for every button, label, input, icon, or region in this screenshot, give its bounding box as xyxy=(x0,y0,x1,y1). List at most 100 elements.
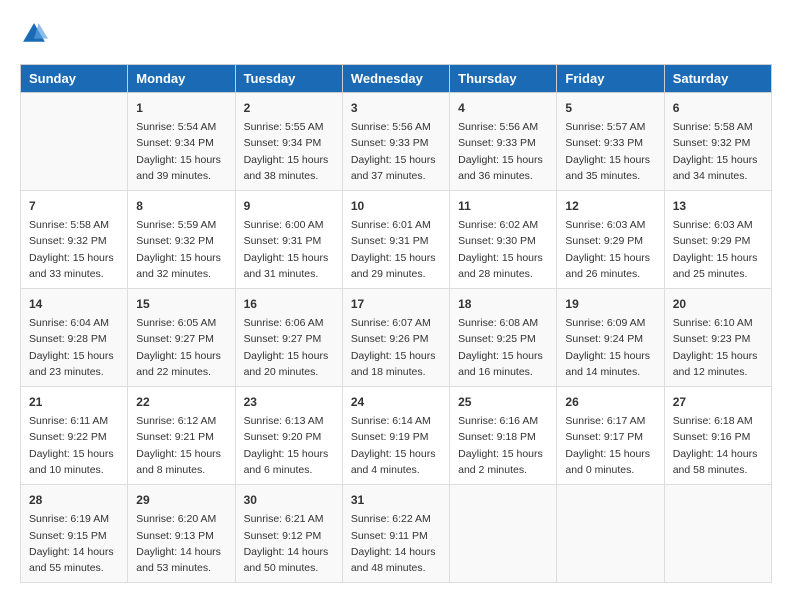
day-number: 26 xyxy=(565,393,655,411)
day-info: Sunrise: 6:05 AMSunset: 9:27 PMDaylight:… xyxy=(136,315,226,380)
calendar-cell: 10 Sunrise: 6:01 AMSunset: 9:31 PMDayligh… xyxy=(342,191,449,289)
day-number: 30 xyxy=(244,491,334,509)
day-number: 24 xyxy=(351,393,441,411)
day-number: 17 xyxy=(351,295,441,313)
day-info: Sunrise: 6:03 AMSunset: 9:29 PMDaylight:… xyxy=(565,217,655,282)
day-number: 2 xyxy=(244,99,334,117)
column-header-tuesday: Tuesday xyxy=(235,65,342,93)
calendar-cell: 23 Sunrise: 6:13 AMSunset: 9:20 PMDayligh… xyxy=(235,387,342,485)
day-number: 12 xyxy=(565,197,655,215)
day-info: Sunrise: 5:58 AMSunset: 9:32 PMDaylight:… xyxy=(673,119,763,184)
day-number: 21 xyxy=(29,393,119,411)
calendar-table: SundayMondayTuesdayWednesdayThursdayFrid… xyxy=(20,64,772,583)
day-info: Sunrise: 6:19 AMSunset: 9:15 PMDaylight:… xyxy=(29,511,119,576)
day-number: 10 xyxy=(351,197,441,215)
day-info: Sunrise: 6:07 AMSunset: 9:26 PMDaylight:… xyxy=(351,315,441,380)
calendar-week-row: 14 Sunrise: 6:04 AMSunset: 9:28 PMDayligh… xyxy=(21,289,772,387)
calendar-cell: 31 Sunrise: 6:22 AMSunset: 9:11 PMDayligh… xyxy=(342,485,449,583)
calendar-cell: 25Sunrise: 6:16 AMSunset: 9:18 PMDayligh… xyxy=(450,387,557,485)
day-number: 11 xyxy=(458,197,548,215)
calendar-cell: 17 Sunrise: 6:07 AMSunset: 9:26 PMDayligh… xyxy=(342,289,449,387)
day-info: Sunrise: 5:56 AMSunset: 9:33 PMDaylight:… xyxy=(458,119,548,184)
calendar-week-row: 1 Sunrise: 5:54 AMSunset: 9:34 PMDaylight… xyxy=(21,93,772,191)
day-number: 18 xyxy=(458,295,548,313)
day-number: 4 xyxy=(458,99,548,117)
day-number: 29 xyxy=(136,491,226,509)
calendar-cell: 12 Sunrise: 6:03 AMSunset: 9:29 PMDayligh… xyxy=(557,191,664,289)
calendar-week-row: 21 Sunrise: 6:11 AMSunset: 9:22 PMDayligh… xyxy=(21,387,772,485)
calendar-cell: 28 Sunrise: 6:19 AMSunset: 9:15 PMDayligh… xyxy=(21,485,128,583)
calendar-cell: 24 Sunrise: 6:14 AMSunset: 9:19 PMDayligh… xyxy=(342,387,449,485)
logo-icon xyxy=(20,20,48,48)
day-number: 23 xyxy=(244,393,334,411)
day-number: 15 xyxy=(136,295,226,313)
column-header-monday: Monday xyxy=(128,65,235,93)
calendar-cell: 9 Sunrise: 6:00 AMSunset: 9:31 PMDaylight… xyxy=(235,191,342,289)
day-info: Sunrise: 6:08 AMSunset: 9:25 PMDaylight:… xyxy=(458,315,548,380)
day-number: 31 xyxy=(351,491,441,509)
column-header-wednesday: Wednesday xyxy=(342,65,449,93)
day-info: Sunrise: 6:06 AMSunset: 9:27 PMDaylight:… xyxy=(244,315,334,380)
day-info: Sunrise: 6:12 AMSunset: 9:21 PMDaylight:… xyxy=(136,413,226,478)
day-info: Sunrise: 5:56 AMSunset: 9:33 PMDaylight:… xyxy=(351,119,441,184)
day-number: 8 xyxy=(136,197,226,215)
day-number: 20 xyxy=(673,295,763,313)
calendar-week-row: 7 Sunrise: 5:58 AMSunset: 9:32 PMDaylight… xyxy=(21,191,772,289)
calendar-cell: 6Sunrise: 5:58 AMSunset: 9:32 PMDaylight… xyxy=(664,93,771,191)
column-header-saturday: Saturday xyxy=(664,65,771,93)
header xyxy=(20,20,772,48)
calendar-cell: 4 Sunrise: 5:56 AMSunset: 9:33 PMDaylight… xyxy=(450,93,557,191)
calendar-cell: 30 Sunrise: 6:21 AMSunset: 9:12 PMDayligh… xyxy=(235,485,342,583)
day-info: Sunrise: 6:11 AMSunset: 9:22 PMDaylight:… xyxy=(29,413,119,478)
day-info: Sunrise: 5:54 AMSunset: 9:34 PMDaylight:… xyxy=(136,119,226,184)
calendar-cell: 5 Sunrise: 5:57 AMSunset: 9:33 PMDaylight… xyxy=(557,93,664,191)
calendar-cell xyxy=(21,93,128,191)
calendar-cell: 8Sunrise: 5:59 AMSunset: 9:32 PMDaylight… xyxy=(128,191,235,289)
calendar-cell: 27Sunrise: 6:18 AMSunset: 9:16 PMDayligh… xyxy=(664,387,771,485)
day-number: 28 xyxy=(29,491,119,509)
day-info: Sunrise: 6:02 AMSunset: 9:30 PMDaylight:… xyxy=(458,217,548,282)
day-info: Sunrise: 6:21 AMSunset: 9:12 PMDaylight:… xyxy=(244,511,334,576)
calendar-cell: 20 Sunrise: 6:10 AMSunset: 9:23 PMDayligh… xyxy=(664,289,771,387)
day-number: 27 xyxy=(673,393,763,411)
day-info: Sunrise: 6:22 AMSunset: 9:11 PMDaylight:… xyxy=(351,511,441,576)
day-number: 9 xyxy=(244,197,334,215)
day-info: Sunrise: 6:04 AMSunset: 9:28 PMDaylight:… xyxy=(29,315,119,380)
day-info: Sunrise: 5:58 AMSunset: 9:32 PMDaylight:… xyxy=(29,217,119,282)
day-number: 14 xyxy=(29,295,119,313)
calendar-cell: 22 Sunrise: 6:12 AMSunset: 9:21 PMDayligh… xyxy=(128,387,235,485)
calendar-cell: 26 Sunrise: 6:17 AMSunset: 9:17 PMDayligh… xyxy=(557,387,664,485)
day-info: Sunrise: 6:13 AMSunset: 9:20 PMDaylight:… xyxy=(244,413,334,478)
day-number: 16 xyxy=(244,295,334,313)
calendar-week-row: 28 Sunrise: 6:19 AMSunset: 9:15 PMDayligh… xyxy=(21,485,772,583)
day-info: Sunrise: 6:10 AMSunset: 9:23 PMDaylight:… xyxy=(673,315,763,380)
calendar-cell: 11 Sunrise: 6:02 AMSunset: 9:30 PMDayligh… xyxy=(450,191,557,289)
calendar-cell: 1 Sunrise: 5:54 AMSunset: 9:34 PMDaylight… xyxy=(128,93,235,191)
day-number: 3 xyxy=(351,99,441,117)
day-number: 7 xyxy=(29,197,119,215)
calendar-cell: 21 Sunrise: 6:11 AMSunset: 9:22 PMDayligh… xyxy=(21,387,128,485)
logo xyxy=(20,20,52,48)
calendar-cell: 16 Sunrise: 6:06 AMSunset: 9:27 PMDayligh… xyxy=(235,289,342,387)
day-number: 25 xyxy=(458,393,548,411)
day-number: 22 xyxy=(136,393,226,411)
calendar-cell: 2Sunrise: 5:55 AMSunset: 9:34 PMDaylight… xyxy=(235,93,342,191)
day-info: Sunrise: 6:09 AMSunset: 9:24 PMDaylight:… xyxy=(565,315,655,380)
column-header-thursday: Thursday xyxy=(450,65,557,93)
day-number: 5 xyxy=(565,99,655,117)
day-info: Sunrise: 5:57 AMSunset: 9:33 PMDaylight:… xyxy=(565,119,655,184)
calendar-cell: 15 Sunrise: 6:05 AMSunset: 9:27 PMDayligh… xyxy=(128,289,235,387)
calendar-cell: 7 Sunrise: 5:58 AMSunset: 9:32 PMDaylight… xyxy=(21,191,128,289)
column-header-friday: Friday xyxy=(557,65,664,93)
day-info: Sunrise: 6:17 AMSunset: 9:17 PMDaylight:… xyxy=(565,413,655,478)
day-info: Sunrise: 6:03 AMSunset: 9:29 PMDaylight:… xyxy=(673,217,763,282)
column-header-sunday: Sunday xyxy=(21,65,128,93)
calendar-cell xyxy=(450,485,557,583)
day-info: Sunrise: 6:00 AMSunset: 9:31 PMDaylight:… xyxy=(244,217,334,282)
day-info: Sunrise: 6:01 AMSunset: 9:31 PMDaylight:… xyxy=(351,217,441,282)
day-info: Sunrise: 6:14 AMSunset: 9:19 PMDaylight:… xyxy=(351,413,441,478)
day-number: 1 xyxy=(136,99,226,117)
calendar-cell: 3 Sunrise: 5:56 AMSunset: 9:33 PMDaylight… xyxy=(342,93,449,191)
calendar-cell xyxy=(664,485,771,583)
day-number: 13 xyxy=(673,197,763,215)
